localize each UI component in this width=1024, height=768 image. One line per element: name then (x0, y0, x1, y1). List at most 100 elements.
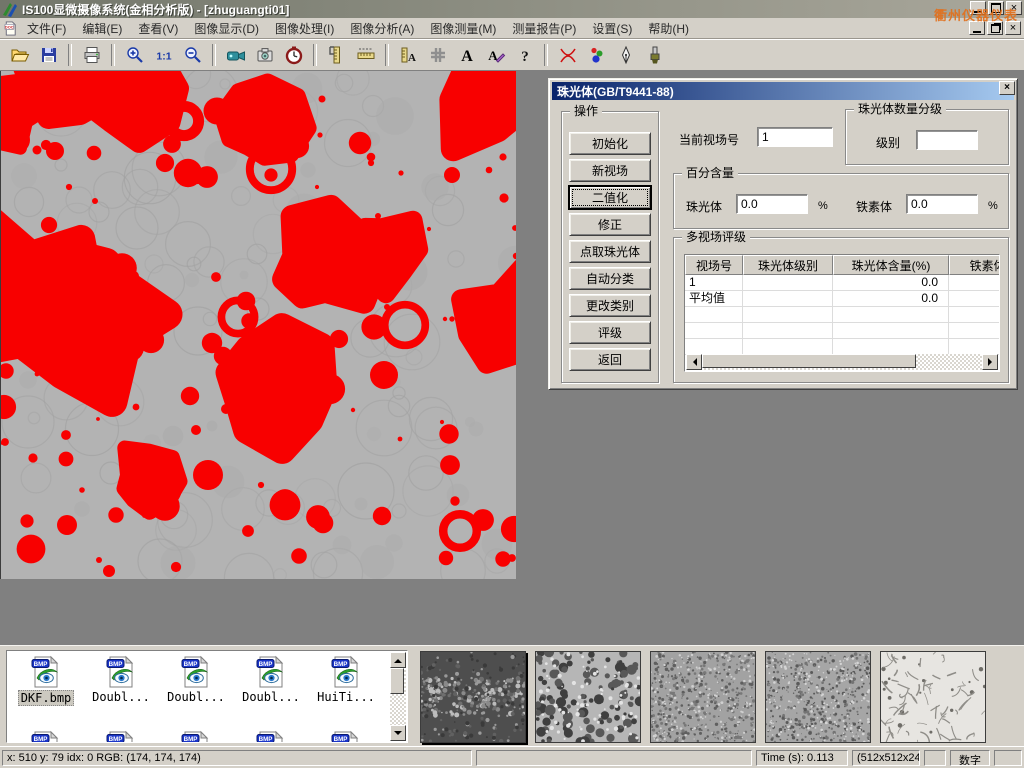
dialog-titlebar[interactable]: 珠光体(GB/T9441-88) (552, 82, 1014, 100)
table-row-1[interactable]: 10.0 (685, 275, 999, 291)
file-list-v-scrollbar[interactable] (390, 652, 406, 741)
op-button-8[interactable]: 评级 (569, 321, 651, 344)
table-row-2[interactable]: 平均值0.0 (685, 291, 999, 307)
table-cell (685, 307, 743, 323)
scroll-right-button[interactable] (982, 354, 998, 370)
file-item-5[interactable]: BMPHuiTi... (310, 655, 382, 704)
ruler-button[interactable] (351, 42, 380, 69)
timer-button[interactable] (279, 42, 308, 69)
file-label[interactable]: Doubl... (90, 690, 152, 704)
curve-tool-icon (558, 45, 578, 65)
file-label[interactable]: Doubl... (165, 690, 227, 704)
op-button-3[interactable]: 二值化 (569, 186, 651, 209)
ferrite-input[interactable] (906, 194, 978, 214)
op-button-1[interactable]: 初始化 (569, 132, 651, 155)
file-scroll-thumb[interactable] (390, 668, 404, 694)
grid-icon (428, 45, 448, 65)
svg-text:?: ? (521, 49, 529, 65)
video-camera-button[interactable] (221, 42, 250, 69)
bottom-panel: BMPBMPBMPBMPBMPBMPHuiTi...BMPDoubl...BMP… (0, 645, 1024, 746)
brush-button[interactable] (640, 42, 669, 69)
annotate-button[interactable]: A (481, 42, 510, 69)
status-bar: x: 510 y: 79 idx: 0 RGB: (174, 174, 174)… (0, 746, 1024, 768)
caliper-button[interactable] (322, 42, 351, 69)
measure-text-button[interactable]: A (394, 42, 423, 69)
actual-size-button[interactable]: 1:1 (149, 42, 178, 69)
file-item-row2-3[interactable]: BMP (160, 730, 232, 743)
menu-item-2[interactable]: 编辑(E) (74, 18, 130, 39)
op-button-2[interactable]: 新视场 (569, 159, 651, 182)
scroll-left-button[interactable] (686, 354, 702, 370)
file-scroll-track[interactable] (390, 668, 406, 725)
pen-button[interactable] (611, 42, 640, 69)
menu-item-10[interactable]: 帮助(H) (640, 18, 697, 39)
file-item-2[interactable]: BMPDoubl... (85, 655, 157, 704)
print-icon (82, 45, 102, 65)
rating-group-label: 多视场评级 (682, 230, 750, 245)
menu-item-4[interactable]: 图像显示(D) (186, 18, 267, 39)
file-item-1[interactable]: BMPDKF.bmp (10, 655, 82, 706)
dialog-close-button[interactable]: × (999, 81, 1015, 95)
thumb-dark-banded[interactable] (420, 651, 526, 743)
up-arrow-icon (394, 655, 402, 663)
file-item-row2-4[interactable]: BMP (235, 730, 307, 743)
thumb-light-streaks[interactable] (880, 651, 986, 743)
file-item-row2-2[interactable]: BMP (85, 730, 157, 743)
bmp-file-icon: BMP (85, 655, 157, 689)
file-label[interactable]: HuiTi... (315, 690, 377, 704)
thumb-coarse-blobs[interactable] (535, 651, 641, 743)
dialog-close-icon: × (1004, 83, 1010, 93)
capture-button[interactable] (250, 42, 279, 69)
help-button[interactable]: ? (510, 42, 539, 69)
op-button-9[interactable]: 返回 (569, 348, 651, 371)
grid-button[interactable] (423, 42, 452, 69)
zoom-out-button[interactable] (178, 42, 207, 69)
thumb-fine-speckle-1[interactable] (650, 651, 756, 743)
file-label[interactable]: Doubl... (240, 690, 302, 704)
op-button-4[interactable]: 修正 (569, 213, 651, 236)
op-button-6[interactable]: 自动分类 (569, 267, 651, 290)
pearlite-input[interactable] (736, 194, 808, 214)
open-button[interactable] (5, 42, 34, 69)
menu-item-1[interactable]: 文件(F) (19, 18, 74, 39)
app-logo-icon (2, 1, 18, 17)
menu-item-7[interactable]: 图像测量(M) (422, 18, 504, 39)
status-empty-1 (476, 750, 752, 766)
curve-tool-button[interactable] (553, 42, 582, 69)
file-label[interactable]: DKF.bmp (18, 690, 75, 706)
level-input[interactable] (916, 130, 978, 150)
menu-item-5[interactable]: 图像处理(I) (267, 18, 342, 39)
svg-text:BMP: BMP (259, 736, 273, 743)
thumb-fine-speckle-2[interactable] (765, 651, 871, 743)
scroll-track[interactable] (702, 354, 982, 370)
zoom-in-button[interactable] (120, 42, 149, 69)
micrograph-image[interactable] (0, 71, 515, 579)
text-button[interactable]: A (452, 42, 481, 69)
file-item-4[interactable]: BMPDoubl... (235, 655, 307, 704)
op-button-7[interactable]: 更改类别 (569, 294, 651, 317)
menu-item-9[interactable]: 设置(S) (584, 18, 640, 39)
file-item-row2-5[interactable]: BMP (310, 730, 382, 743)
current-field-input[interactable] (757, 127, 833, 147)
table-cell (949, 339, 1000, 355)
status-position: x: 510 y: 79 idx: 0 RGB: (174, 174, 174) (2, 750, 472, 766)
toolbar-separator (544, 44, 548, 66)
scroll-thumb[interactable] (702, 354, 916, 368)
window-title: IS100显微摄像系统(金相分析版) - [zhuguangti01] (22, 1, 289, 18)
op-button-5[interactable]: 点取珠光体 (569, 240, 651, 263)
table-h-scrollbar[interactable] (686, 354, 998, 370)
grade-group-label: 珠光体数量分级 (854, 102, 946, 117)
toolbar-separator (111, 44, 115, 66)
scroll-up-button[interactable] (390, 652, 406, 668)
menu-item-6[interactable]: 图像分析(A) (342, 18, 422, 39)
menu-item-3[interactable]: 查看(V) (130, 18, 186, 39)
particles-button[interactable] (582, 42, 611, 69)
file-item-3[interactable]: BMPDoubl... (160, 655, 232, 704)
save-button[interactable] (34, 42, 63, 69)
file-item-row2-1[interactable]: BMP (10, 730, 82, 743)
open-icon (10, 45, 30, 65)
table-cell (949, 307, 1000, 323)
menu-item-8[interactable]: 测量报告(P) (504, 18, 584, 39)
print-button[interactable] (77, 42, 106, 69)
scroll-down-button[interactable] (390, 725, 406, 741)
